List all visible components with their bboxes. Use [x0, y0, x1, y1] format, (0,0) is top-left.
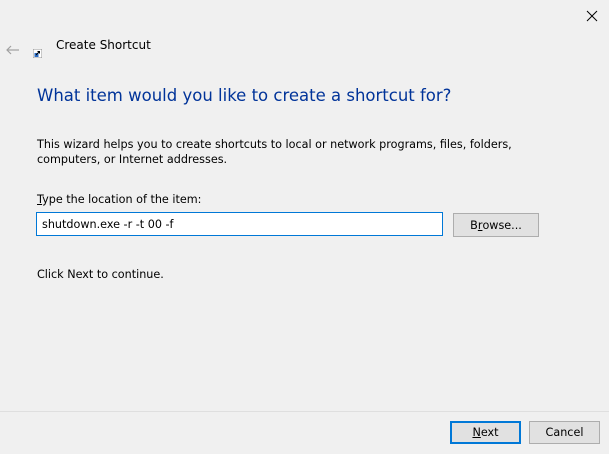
browse-label-pre: B — [470, 218, 478, 232]
cancel-button[interactable]: Cancel — [529, 421, 600, 444]
page-heading: What item would you like to create a sho… — [37, 86, 452, 105]
continue-instruction: Click Next to continue. — [37, 268, 164, 281]
next-label-accelerator: N — [472, 426, 481, 439]
window-title: Create Shortcut — [56, 38, 151, 52]
wizard-description: This wizard helps you to create shortcut… — [37, 138, 512, 166]
close-button[interactable] — [581, 2, 603, 24]
create-shortcut-dialog: Create Shortcut What item would you like… — [0, 0, 609, 454]
back-button[interactable] — [5, 37, 21, 55]
shortcut-icon — [32, 43, 43, 59]
location-input[interactable] — [36, 212, 443, 236]
next-button[interactable]: Next — [450, 421, 521, 444]
location-label-text: ype the location of the item: — [42, 193, 202, 206]
browse-button[interactable]: Br owse... — [453, 213, 539, 237]
back-arrow-icon — [6, 40, 20, 55]
browse-label-post: owse... — [482, 218, 522, 232]
next-label-text: ext — [480, 426, 499, 439]
location-label: Type the location of the item: — [37, 193, 201, 206]
close-icon — [586, 7, 598, 22]
